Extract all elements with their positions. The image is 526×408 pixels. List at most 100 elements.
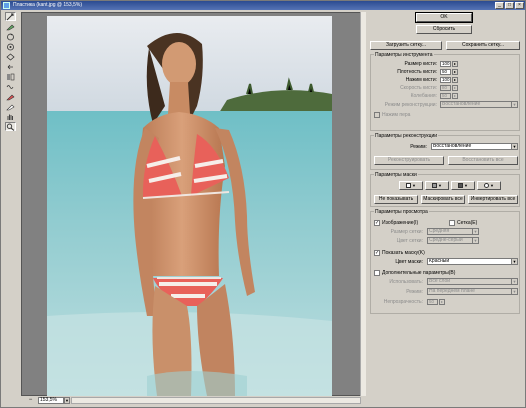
backdrop-mode-label: Режим: [406, 289, 423, 295]
mask-replace-button[interactable]: ▼ [399, 181, 423, 190]
reconstruct-button[interactable]: Реконструировать [374, 156, 444, 165]
zoom-tool-icon[interactable] [5, 122, 16, 131]
mask-color-label: Цвет маски: [395, 259, 423, 265]
invert-all-button[interactable]: Инвертировать все [468, 195, 518, 204]
chevron-down-icon: ▼ [511, 102, 517, 107]
close-button[interactable]: × [515, 2, 524, 9]
show-mask-label: Показать маску(K) [382, 250, 425, 256]
stylus-pressure-checkbox[interactable] [374, 112, 380, 118]
show-image-checkbox[interactable]: ✓ [374, 220, 380, 226]
chevron-down-icon: ▼ [464, 183, 468, 188]
window-title: Пластика (kant.jpg @ 153,5%) [13, 2, 82, 8]
brush-density-field[interactable]: 50 [440, 69, 451, 75]
backdrop-mode-value: На переднем плане [429, 288, 475, 294]
mask-intersect-icon [484, 183, 490, 188]
show-mesh-checkbox[interactable] [449, 220, 455, 226]
mask-add-button[interactable]: ▼ [425, 181, 449, 190]
chevron-down-icon: ▼ [472, 238, 478, 243]
chevron-down-icon: ▼ [438, 183, 442, 188]
save-mesh-button[interactable]: Сохранить сетку... [446, 41, 520, 50]
reconstruct-mode2-value: Восстановление [433, 143, 472, 149]
brush-density-slider-arrow[interactable]: ▸ [452, 69, 458, 75]
mask-options-group: Параметры маски ▼ ▼ ▼ ▼ Не показывать Ма… [370, 172, 520, 207]
chevron-down-icon: ▼ [511, 279, 517, 284]
push-left-tool-icon[interactable] [5, 62, 16, 71]
mirror-tool-icon[interactable] [5, 72, 16, 81]
mask-intersect-button[interactable]: ▼ [477, 181, 501, 190]
zoom-level-field[interactable]: 153,5% [38, 397, 64, 404]
mask-options-title: Параметры маски [374, 172, 418, 178]
chevron-down-icon: ▼ [511, 289, 517, 294]
mesh-color-label: Цвет сетки: [396, 238, 423, 244]
use-label: Использовать: [389, 279, 423, 285]
brush-pressure-field[interactable]: 100 [440, 77, 451, 83]
mask-subtract-button[interactable]: ▼ [451, 181, 475, 190]
restore-all-button[interactable]: Восстановить все [448, 156, 518, 165]
minimize-button[interactable]: _ [495, 2, 504, 9]
brush-rate-field[interactable]: 80 [440, 85, 451, 91]
hand-tool-icon[interactable] [5, 112, 16, 121]
brush-rate-label: Скорость кисти: [400, 85, 437, 91]
tool-options-group: Параметры инструмента Размер кисти: 100 … [370, 52, 520, 131]
opacity-label: Непрозрачность: [383, 299, 423, 305]
reset-button[interactable]: Сбросить [416, 25, 472, 34]
brush-density-label: Плотность кисти: [397, 69, 437, 75]
freeze-mask-tool-icon[interactable] [5, 92, 16, 101]
turbulent-jitter-label: Колебания: [410, 93, 437, 99]
reconstruct-mode2-label: Режим: [410, 144, 427, 150]
brush-size-field[interactable]: 100 [440, 61, 451, 67]
preview-canvas[interactable] [21, 12, 361, 396]
reconstruct-mode2-select[interactable]: Восстановление ▼ [431, 143, 518, 150]
opacity-slider-arrow[interactable]: ▸ [439, 299, 445, 305]
zoom-out-button[interactable]: − [25, 397, 36, 404]
reconstruct-options-title: Параметры реконструкции [374, 133, 439, 139]
brush-size-slider-arrow[interactable]: ▸ [452, 61, 458, 67]
load-mesh-button[interactable]: Загрузить сетку... [370, 41, 442, 50]
mesh-size-label: Размер сетки: [390, 229, 423, 235]
horizontal-scrollbar[interactable] [71, 397, 361, 404]
chevron-down-icon: ▼ [511, 259, 517, 264]
reconstruct-mode-select[interactable]: Восстановление ▼ [440, 101, 518, 108]
twirl-tool-icon[interactable] [5, 32, 16, 41]
zoom-dropdown-arrow[interactable]: ▼ [64, 397, 70, 404]
turbulent-jitter-slider-arrow[interactable]: ▸ [452, 93, 458, 99]
brush-size-label: Размер кисти: [404, 61, 437, 67]
chevron-down-icon: ▼ [472, 229, 478, 234]
ok-button[interactable]: OK [415, 12, 473, 23]
brush-rate-slider-arrow[interactable]: ▸ [452, 85, 458, 91]
stylus-pressure-label: Нажим пера [382, 112, 411, 118]
show-mask-checkbox[interactable]: ✓ [374, 250, 380, 256]
mesh-size-select[interactable]: Средняя ▼ [427, 228, 479, 235]
reconstruct-mode-label: Режим реконструкции: [384, 102, 437, 108]
backdrop-mode-select[interactable]: На переднем плане ▼ [427, 288, 518, 295]
chevron-down-icon: ▼ [412, 183, 416, 188]
bloat-tool-icon[interactable] [5, 52, 16, 61]
use-value: Все слои [429, 278, 451, 284]
show-backdrop-checkbox[interactable] [374, 270, 380, 276]
reconstruct-options-group: Параметры реконструкции Режим: Восстанов… [370, 133, 520, 170]
pucker-tool-icon[interactable] [5, 42, 16, 51]
mesh-color-select[interactable]: Средне-серый ▼ [427, 237, 479, 244]
view-options-group: Параметры просмотра ✓ Изображение(I) Сет… [370, 209, 520, 314]
app-icon [3, 2, 10, 9]
mask-replace-icon [406, 183, 412, 188]
use-select[interactable]: Все слои ▼ [427, 278, 518, 285]
mask-none-button[interactable]: Не показывать [374, 195, 418, 204]
brush-pressure-slider-arrow[interactable]: ▸ [452, 77, 458, 83]
options-panel: OK Сбросить Загрузить сетку... Сохранить… [368, 11, 524, 407]
forward-warp-tool-icon[interactable] [5, 12, 16, 21]
mask-add-icon [432, 183, 438, 188]
mask-color-select[interactable]: Красный ▼ [427, 258, 518, 265]
turbulence-tool-icon[interactable] [5, 82, 16, 91]
chevron-down-icon: ▼ [490, 183, 494, 188]
turbulent-jitter-field[interactable]: 50 [440, 93, 451, 99]
reconstruct-tool-icon[interactable] [5, 22, 16, 31]
opacity-field[interactable]: 50 [427, 299, 438, 305]
mask-all-button[interactable]: Маскировать все [421, 195, 465, 204]
maximize-button[interactable]: □ [505, 2, 514, 9]
thaw-mask-tool-icon[interactable] [5, 102, 16, 111]
vertical-scrollbar[interactable] [360, 12, 366, 396]
tool-options-title: Параметры инструмента [374, 52, 434, 58]
mesh-color-value: Средне-серый [429, 237, 463, 243]
preview-image[interactable] [47, 16, 332, 396]
